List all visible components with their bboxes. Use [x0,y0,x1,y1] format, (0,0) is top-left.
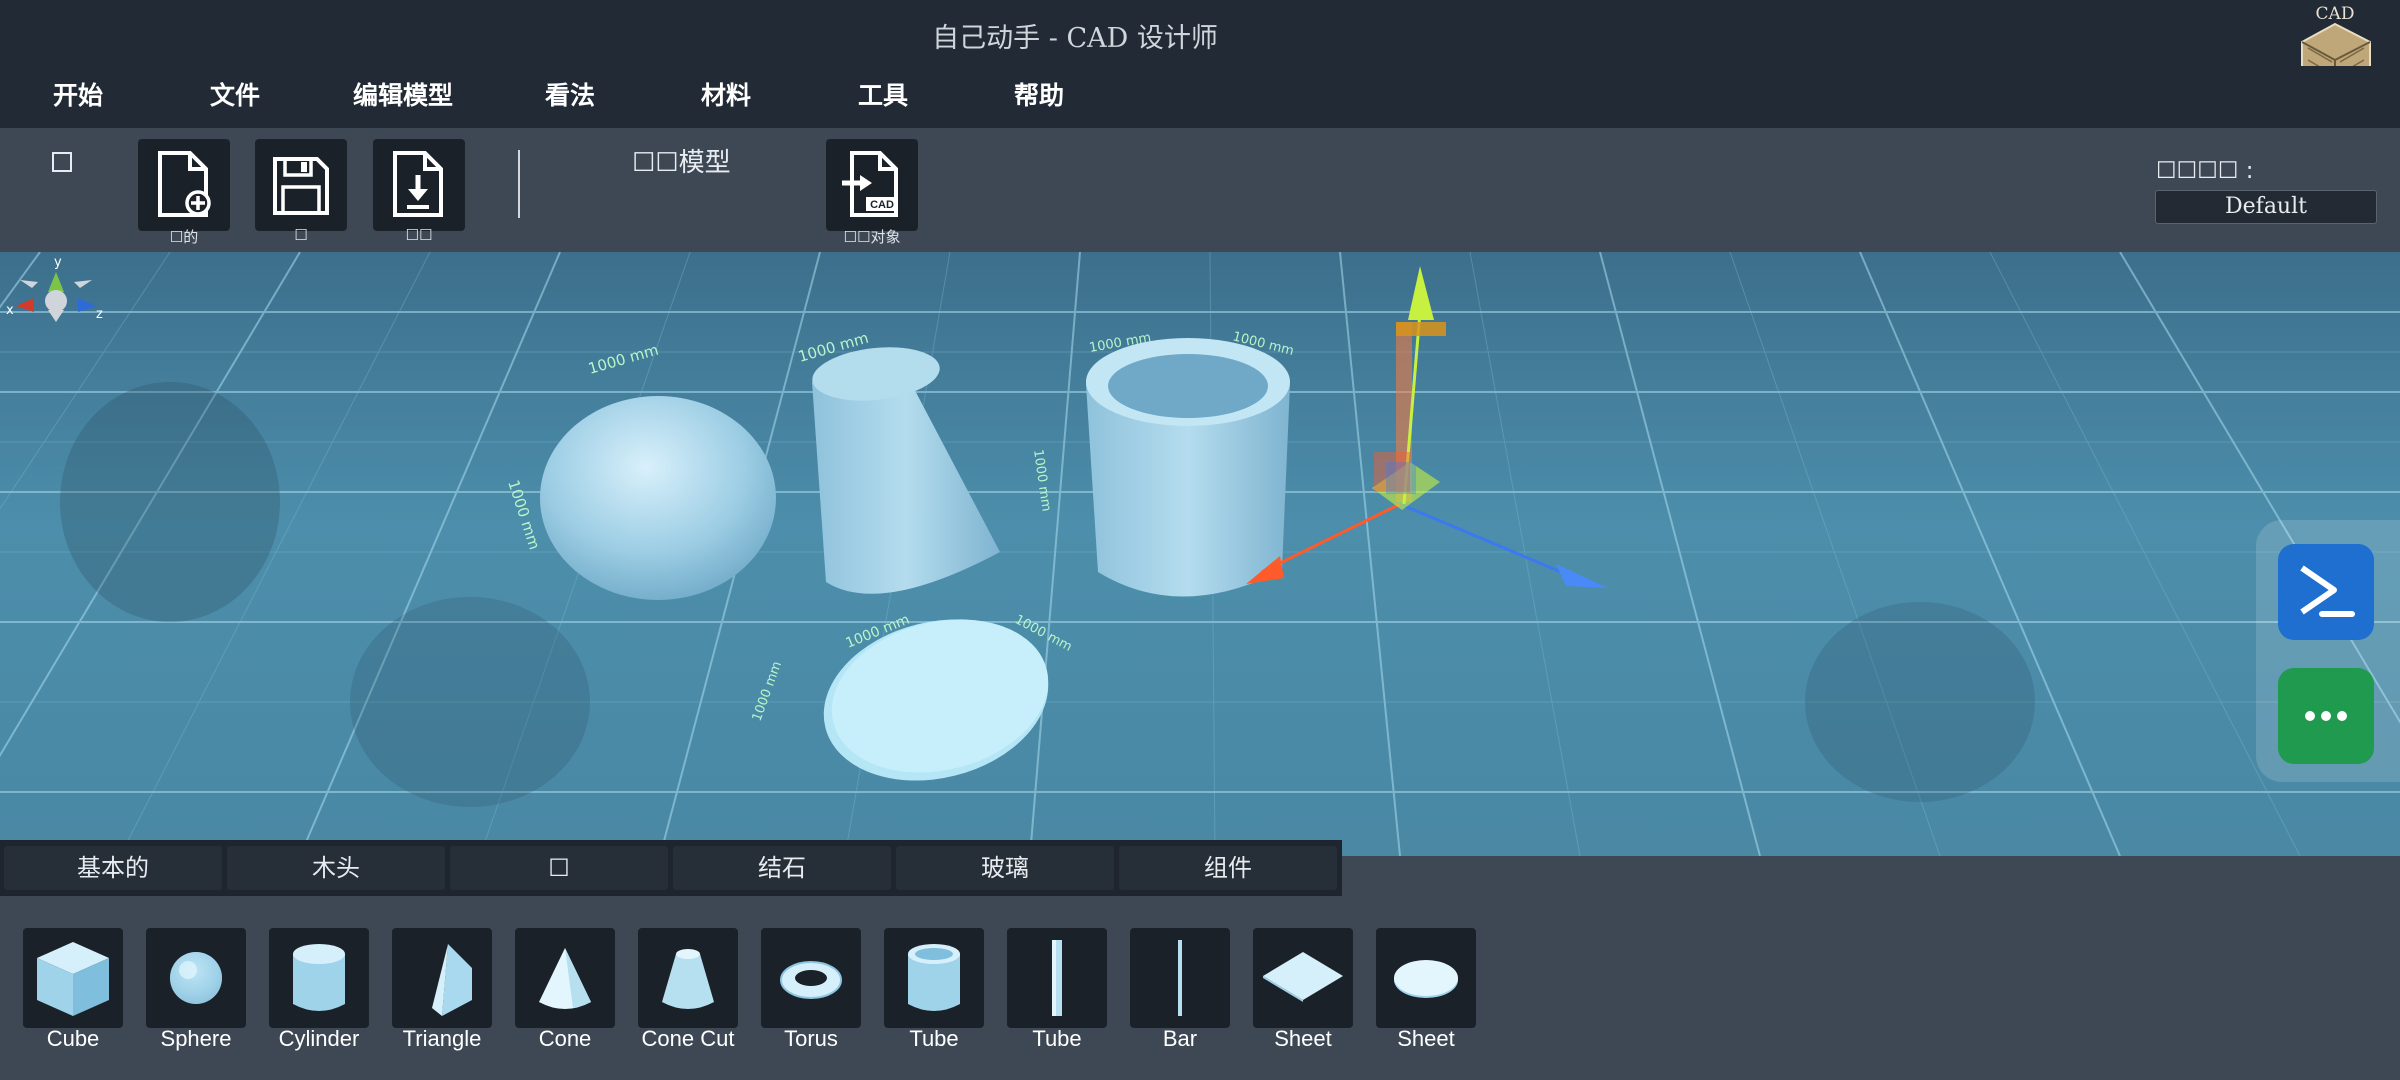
sphere-icon [170,952,222,1004]
sheet-icon [1263,952,1343,1002]
primitive-cone-button[interactable] [515,928,615,1028]
primitive-sphere-label: Sphere [160,1026,232,1051]
new-file-button[interactable] [138,139,230,231]
primitive-thin-tube-label: Tube [1032,1026,1082,1051]
bar-icon [1178,940,1182,1016]
export-caption: ☐☐对象 [843,228,901,246]
axis-label-z: z [96,307,103,322]
primitives-panel: 基本的 木头 ☐ 结石 玻璃 组件 Cube Sphere Cylinder T… [0,840,2400,1080]
primitive-torus-button[interactable] [761,928,861,1028]
more-options-button[interactable] [2278,668,2374,764]
cone-cut-icon [662,949,714,1009]
toolbar: ☐的 ☐ ☐☐ ☐☐模型 CAD ☐☐对象 ☐☐☐☐ : Default [0,128,2400,252]
primitive-cone-label: Cone [538,1026,592,1051]
axis-label-y: y [54,255,62,270]
axis-label-x: x [6,303,14,318]
menu-view[interactable]: 看法 [530,76,610,116]
tab-stone[interactable]: 结石 [673,846,891,890]
sheet-thickness-dimension: 1000 mm [750,659,785,723]
thin-tube-icon [1052,940,1062,1016]
primitive-cone-cut-button[interactable] [638,928,738,1028]
sphere-object[interactable]: 1000 mm 1000 mm [504,341,776,600]
triangle-prism-icon [432,944,472,1016]
transform-gizmo[interactable] [1246,266,1608,588]
tab-unknown[interactable]: ☐ [450,846,668,890]
primitive-round-sheet-button[interactable] [1376,928,1476,1028]
new-file-icon [158,151,211,217]
cone-cut-height-dimension: 1000 mm [1030,448,1054,512]
tab-basic[interactable]: 基本的 [4,846,222,890]
export-cad-icon: CAD [842,151,898,217]
menu-tools[interactable]: 工具 [843,76,923,116]
primitive-tube-label: Tube [909,1026,959,1051]
tube-object[interactable]: 1000 mm 1000 mm [1086,329,1295,597]
menu-start[interactable]: 开始 [38,76,118,116]
primitive-bar-button[interactable] [1130,928,1230,1028]
category-tabs: 基本的 木头 ☐ 结石 玻璃 组件 [0,840,1342,896]
menu-bar: 开始 文件 编辑模型 看法 材料 工具 帮助 [0,66,2400,128]
primitive-thin-tube-button[interactable] [1007,928,1107,1028]
3d-viewport[interactable]: 1000 mm 1000 mm 1000 mm 1000 mm 1000 mm … [0,252,2400,856]
save-caption: ☐ [294,226,308,244]
primitive-tube-button[interactable] [884,928,984,1028]
cylinder-icon [293,944,345,1011]
ghost-shadow-left [60,382,280,622]
primitive-cube-label: Cube [46,1026,100,1051]
primitive-sheet-label: Sheet [1274,1026,1332,1051]
download-caption: ☐☐ [405,226,433,244]
round-sheet-icon [1394,960,1458,998]
app-title: 自己动手 - CAD 设计师 [932,23,1218,54]
logo-text: CAD [2315,4,2355,24]
primitive-cylinder-label: Cylinder [278,1026,360,1051]
toolbar-divider [518,150,520,218]
menu-edit-model[interactable]: 编辑模型 [340,76,466,116]
scene-canvas: 1000 mm 1000 mm 1000 mm 1000 mm 1000 mm … [0,252,2400,856]
axis-orientation-gizmo[interactable]: y x z [0,252,110,342]
cone-icon [539,948,591,1009]
cube-icon [37,942,109,1016]
tab-components[interactable]: 组件 [1119,846,1337,890]
menu-file[interactable]: 文件 [195,76,275,116]
title-bar: 自己动手 - CAD 设计师 CAD [0,0,2400,102]
export-cad-button[interactable]: CAD [826,139,918,231]
theme-dropdown[interactable]: Default [2155,190,2377,224]
toolbar-checkbox[interactable] [52,152,72,172]
primitive-cone-cut-label: Cone Cut [641,1026,735,1051]
tab-glass[interactable]: 玻璃 [896,846,1114,890]
export-cad-icon-text: CAD [870,199,894,211]
save-icon [273,157,329,215]
menu-help[interactable]: 帮助 [999,76,1079,116]
primitive-triangle-button[interactable] [392,928,492,1028]
ghost-shadow-center [350,597,590,807]
download-button[interactable] [373,139,465,231]
primitive-cube-button[interactable] [23,928,123,1028]
primitive-cylinder-button[interactable] [269,928,369,1028]
tube-icon [908,944,960,1011]
primitive-round-sheet-label: Sheet [1397,1026,1455,1051]
round-sheet-object[interactable]: 1000 mm 1000 mm 1000 mm [750,597,1075,804]
terminal-prompt-icon [2300,565,2355,617]
ghost-shadow-right [1805,602,2035,802]
primitive-torus-label: Torus [784,1026,838,1051]
sphere-width-dimension: 1000 mm [586,341,660,378]
more-dots-icon [2305,711,2347,721]
primitive-bar-label: Bar [1162,1026,1198,1051]
download-file-icon [393,151,443,217]
model-section-label: ☐☐模型 [632,148,731,178]
side-action-panel [2256,520,2400,782]
primitive-sphere-button[interactable] [146,928,246,1028]
sphere-depth-dimension: 1000 mm [504,478,543,552]
terminal-button[interactable] [2278,544,2374,640]
cone-cut-object[interactable]: 1000 mm 1000 mm [796,329,1054,594]
new-file-caption: ☐的 [169,228,199,246]
tab-wood[interactable]: 木头 [227,846,445,890]
primitive-sheet-button[interactable] [1253,928,1353,1028]
theme-label: ☐☐☐☐ : [2156,158,2254,184]
save-button[interactable] [255,139,347,231]
primitive-triangle-label: Triangle [402,1026,482,1051]
torus-icon [780,961,842,999]
menu-material[interactable]: 材料 [686,76,766,116]
